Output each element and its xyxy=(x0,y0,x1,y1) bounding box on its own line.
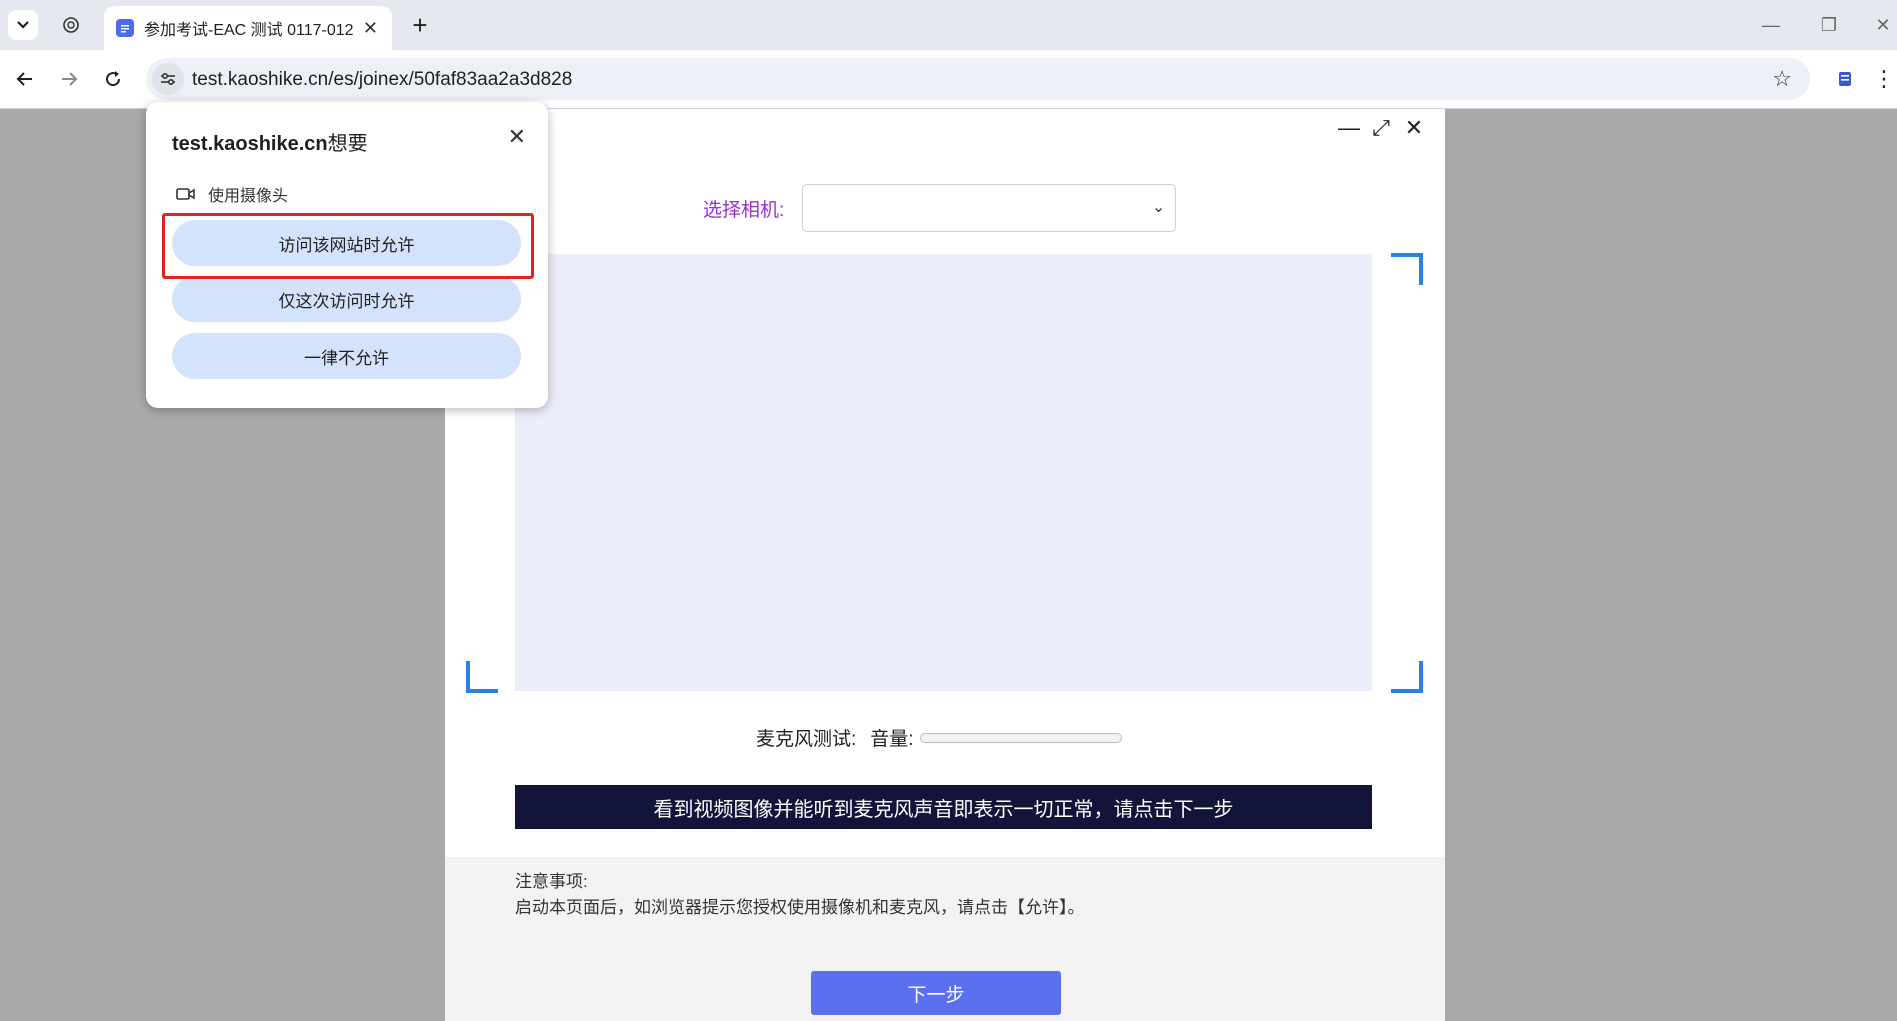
active-tab[interactable]: 参加考试-EAC 测试 0117-012 ✕ xyxy=(104,6,392,50)
extension-button[interactable] xyxy=(1830,64,1860,94)
camera-label: 选择相机: xyxy=(703,199,785,221)
device-check-dialog: — ⤢ ✕ 选择相机: ⌄ 麦克风测试: 音量: 看到视频图像并能听到麦克风声音… xyxy=(445,109,1445,1021)
bookmark-star-icon[interactable]: ☆ xyxy=(1772,66,1792,92)
camera-select-row: 选择相机: ⌄ xyxy=(703,184,1177,232)
video-camera-icon xyxy=(176,186,196,202)
camera-preview xyxy=(515,254,1372,691)
status-banner: 看到视频图像并能听到麦克风声音即表示一切正常，请点击下一步 xyxy=(515,785,1372,829)
popup-close-icon[interactable]: ✕ xyxy=(508,124,526,150)
back-button[interactable] xyxy=(10,64,40,94)
kaoshike-favicon-icon xyxy=(116,19,134,37)
tab-strip: 参加考试-EAC 测试 0117-012 ✕ + — ❐ ✕ xyxy=(0,0,1897,50)
mic-test-row: 麦克风测试: 音量: xyxy=(756,724,1122,751)
camera-permission-popup: test.kaoshike.cn想要 ✕ 使用摄像头 访问该网站时允许 仅这次访… xyxy=(146,102,548,408)
allow-on-every-visit-button[interactable]: 访问该网站时允许 xyxy=(172,220,521,266)
dialog-minimize-icon[interactable]: — xyxy=(1336,115,1362,141)
preview-corner-bottom-right xyxy=(1391,661,1423,693)
openai-logo-icon xyxy=(63,17,79,33)
permission-label: 使用摄像头 xyxy=(208,188,289,205)
arrow-left-icon xyxy=(16,72,32,86)
chevron-down-icon xyxy=(17,21,29,29)
pinned-tab-chatgpt[interactable] xyxy=(56,10,86,40)
tab-close-icon[interactable]: ✕ xyxy=(363,18,378,39)
site-info-button[interactable] xyxy=(152,63,184,95)
popup-wants: 想要 xyxy=(327,133,368,155)
preview-corner-bottom-left xyxy=(466,661,498,693)
notes-text: 启动本页面后，如浏览器提示您授权使用摄像机和麦克风，请点击【允许】。 xyxy=(515,898,1085,917)
dialog-maximize-icon[interactable]: ⤢ xyxy=(1368,115,1394,141)
popup-site: test.kaoshike.cn xyxy=(172,133,328,155)
preview-corner-top-right xyxy=(1391,253,1423,285)
window-restore-button[interactable]: ❐ xyxy=(1814,12,1844,38)
reload-icon xyxy=(106,71,121,87)
browser-toolbar: test.kaoshike.cn/es/joinex/50faf83aa2a3d… xyxy=(0,50,1897,109)
permission-row: 使用摄像头 xyxy=(176,182,288,206)
new-tab-button[interactable]: + xyxy=(405,10,435,40)
chevron-down-icon: ⌄ xyxy=(1151,199,1166,216)
forward-button[interactable] xyxy=(54,64,84,94)
volume-meter xyxy=(919,732,1122,743)
notes-title: 注意事项: xyxy=(515,872,588,891)
reload-button[interactable] xyxy=(98,64,128,94)
camera-select[interactable]: ⌄ xyxy=(802,184,1177,232)
tune-icon xyxy=(161,72,175,86)
browser-menu-icon[interactable]: ⋮ xyxy=(1873,64,1895,94)
tab-search-button[interactable] xyxy=(8,10,38,40)
mic-test-label: 麦克风测试: xyxy=(756,729,857,750)
allow-this-time-button[interactable]: 仅这次访问时允许 xyxy=(172,276,521,322)
volume-label: 音量: xyxy=(870,729,914,750)
next-step-button[interactable]: 下一步 xyxy=(811,971,1061,1015)
url-text[interactable]: test.kaoshike.cn/es/joinex/50faf83aa2a3d… xyxy=(192,69,572,91)
never-allow-button[interactable]: 一律不允许 xyxy=(172,333,521,379)
extension-icon xyxy=(1839,72,1851,86)
address-bar[interactable]: test.kaoshike.cn/es/joinex/50faf83aa2a3d… xyxy=(146,58,1810,100)
window-minimize-button[interactable]: — xyxy=(1756,12,1786,38)
tab-title: 参加考试-EAC 测试 0117-012 xyxy=(144,22,354,39)
arrow-right-icon xyxy=(62,72,78,86)
popup-title: test.kaoshike.cn想要 xyxy=(172,127,368,156)
window-close-button[interactable]: ✕ xyxy=(1868,12,1897,38)
dialog-close-icon[interactable]: ✕ xyxy=(1401,115,1427,141)
